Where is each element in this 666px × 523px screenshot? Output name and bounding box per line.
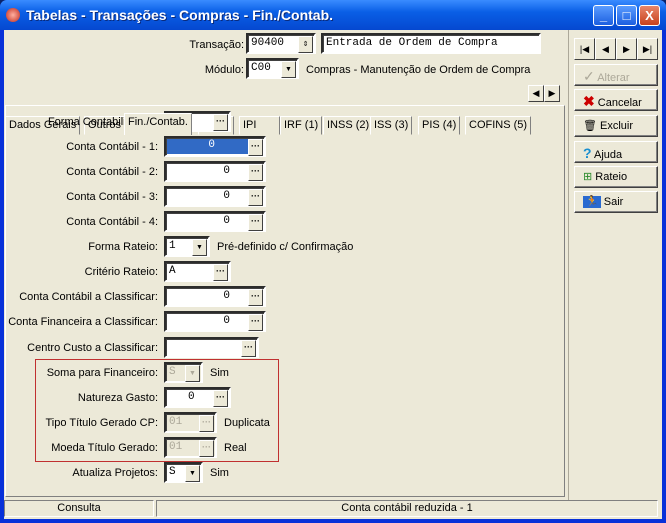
atualiza-field[interactable]: S ▼: [164, 462, 203, 483]
transacao-field[interactable]: 90400 ⇕: [246, 33, 316, 54]
conta4-value: 0: [223, 215, 230, 227]
cancelar-button[interactable]: ✖ Cancelar: [574, 89, 658, 111]
forma-rateio-value: 1: [169, 240, 176, 252]
first-record-button[interactable]: |◀: [574, 38, 595, 60]
forma-rateio-field[interactable]: 1 ▼: [164, 236, 210, 257]
window-title: Tabelas - Transações - Compras - Fin./Co…: [26, 7, 334, 23]
tab-scroll-right[interactable]: ▶: [544, 85, 560, 102]
conta4-label: Conta Contábil - 4:: [66, 216, 158, 228]
ellipsis-icon[interactable]: ···: [248, 314, 263, 331]
x-icon: ✖: [583, 93, 595, 109]
conta3-value: 0: [223, 190, 230, 202]
spin-icon[interactable]: ⇕: [298, 36, 313, 53]
excluir-button[interactable]: 🗑 Excluir: [574, 115, 658, 137]
prev-record-button[interactable]: ◀: [595, 38, 616, 60]
forma-rateio-label: Forma Rateio:: [88, 241, 158, 253]
window: Tabelas - Transações - Compras - Fin./Co…: [0, 0, 666, 523]
ellipsis-icon[interactable]: ···: [248, 189, 263, 206]
forma-rateio-desc: Pré-definido c/ Confirmação: [217, 241, 354, 253]
conta-fin-classif-label: Conta Financeira a Classificar:: [8, 316, 158, 328]
transacao-desc: Entrada de Ordem de Compra: [326, 37, 498, 49]
conta2-field[interactable]: 0 ···: [164, 161, 266, 182]
chevron-down-icon[interactable]: ▼: [192, 239, 207, 256]
chevron-down-icon[interactable]: ▼: [185, 465, 200, 482]
ellipsis-icon[interactable]: ···: [248, 139, 263, 156]
transacao-label: Transação:: [189, 39, 244, 51]
status-message: Conta contábil reduzida - 1: [156, 500, 658, 517]
check-icon: ✓: [583, 68, 595, 84]
conta-fin-classif-value: 0: [223, 315, 230, 327]
ellipsis-icon[interactable]: ···: [213, 114, 228, 131]
maximize-button[interactable]: □: [616, 5, 637, 26]
close-button[interactable]: X: [639, 5, 660, 26]
sair-label: Sair: [603, 196, 624, 208]
chevron-down-icon[interactable]: ▼: [281, 61, 296, 78]
conta2-value: 0: [223, 165, 230, 177]
atualiza-desc: Sim: [210, 467, 229, 479]
network-icon: ⊞: [583, 171, 593, 183]
exit-icon: 🏃: [583, 196, 601, 208]
conta3-label: Conta Contábil - 3:: [66, 191, 158, 203]
last-record-button[interactable]: ▶|: [637, 38, 658, 60]
conta1-value: 0: [167, 139, 249, 154]
minimize-button[interactable]: _: [593, 5, 614, 26]
ellipsis-icon[interactable]: ···: [248, 214, 263, 231]
modulo-select[interactable]: C00 ▼: [246, 58, 299, 79]
rateio-button[interactable]: ⊞ Rateio: [574, 166, 658, 188]
title-bar[interactable]: Tabelas - Transações - Compras - Fin./Co…: [0, 0, 666, 30]
modulo-label: Módulo:: [204, 64, 244, 76]
next-record-button[interactable]: ▶: [616, 38, 637, 60]
conta1-label: Conta Contábil - 1:: [66, 141, 158, 153]
criterio-rateio-label: Critério Rateio:: [84, 266, 158, 278]
transacao-desc-field: Entrada de Ordem de Compra: [321, 33, 541, 54]
transacao-value: 90400: [251, 37, 285, 49]
conta-classif-label: Conta Contábil a Classificar:: [19, 291, 158, 303]
help-icon: ?: [583, 145, 592, 161]
conta1-field[interactable]: 0 ···: [164, 136, 266, 157]
status-mode: Consulta: [4, 500, 154, 517]
tab-scroll-left[interactable]: ◀: [528, 85, 544, 102]
conta-fin-classif-field[interactable]: 0 ···: [164, 311, 266, 332]
conta3-field[interactable]: 0 ···: [164, 186, 266, 207]
atualiza-value: S: [169, 466, 176, 478]
conta2-label: Conta Contábil - 2:: [66, 166, 158, 178]
sair-button[interactable]: 🏃 Sair: [574, 191, 658, 213]
conta-classif-field[interactable]: 0 ···: [164, 286, 266, 307]
criterio-rateio-field[interactable]: A ···: [164, 261, 231, 282]
rateio-label: Rateio: [595, 171, 628, 183]
modulo-value: C00: [251, 62, 271, 74]
excluir-label: Excluir: [600, 120, 634, 132]
app-icon: [6, 8, 20, 22]
tab-fin-contab[interactable]: Fin./Contab.: [124, 113, 192, 135]
trash-icon: 🗑: [583, 120, 597, 132]
alterar-button[interactable]: ✓ Alterar: [574, 64, 658, 86]
ajuda-label: Ajuda: [594, 149, 623, 161]
ellipsis-icon[interactable]: ···: [213, 264, 228, 281]
criterio-rateio-value: A: [169, 265, 176, 277]
client-area: Transação: 90400 ⇕ Entrada de Ordem de Co…: [4, 30, 662, 519]
ellipsis-icon[interactable]: ···: [248, 164, 263, 181]
atualiza-label: Atualiza Projetos:: [72, 467, 158, 479]
modulo-desc: Compras - Manutenção de Ordem de Compra: [306, 64, 531, 76]
centro-custo-label: Centro Custo a Classificar:: [27, 342, 158, 354]
conta4-field[interactable]: 0 ···: [164, 211, 266, 232]
ellipsis-icon[interactable]: ···: [241, 340, 256, 357]
alterar-label: Alterar: [597, 72, 630, 84]
centro-custo-field[interactable]: ···: [164, 337, 259, 358]
highlight-box: [35, 359, 279, 462]
conta-classif-value: 0: [223, 290, 230, 302]
ellipsis-icon[interactable]: ···: [248, 289, 263, 306]
ajuda-button[interactable]: ? Ajuda: [574, 141, 658, 163]
cancelar-label: Cancelar: [597, 97, 642, 109]
